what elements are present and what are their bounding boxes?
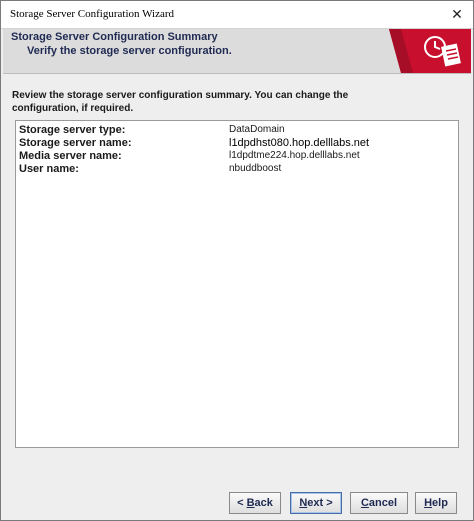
window-title: Storage Server Configuration Wizard <box>10 8 175 20</box>
summary-row-server-type: Storage server type: DataDomain <box>19 124 449 138</box>
summary-label: User name: <box>19 163 79 175</box>
summary-value: nbuddboost <box>229 163 282 174</box>
title-bar[interactable]: Storage Server Configuration Wizard ✕ <box>1 1 473 29</box>
summary-row-user-name: User name: nbuddboost <box>19 163 449 177</box>
summary-label: Media server name: <box>19 150 122 162</box>
summary-label: Storage server type: <box>19 124 126 136</box>
back-button[interactable]: < Back <box>229 492 281 514</box>
help-button[interactable]: Help <box>415 492 457 514</box>
cancel-button[interactable]: Cancel <box>350 492 408 514</box>
wizard-header: Storage Server Configuration Summary Ver… <box>3 29 471 74</box>
page-title: Storage Server Configuration Summary <box>11 31 218 43</box>
summary-value: l1dpdhst080.hop.delllabs.net <box>229 137 370 149</box>
close-icon[interactable]: ✕ <box>447 4 467 24</box>
summary-label: Storage server name: <box>19 137 132 149</box>
page-subtitle: Verify the storage server configuration. <box>27 45 232 57</box>
summary-value: l1dpdtme224.hop.delllabs.net <box>229 150 360 161</box>
summary-row-server-name: Storage server name: l1dpdhst080.hop.del… <box>19 137 449 151</box>
intro-instructions: Review the storage server configuration … <box>12 90 349 114</box>
button-bar: < Back Next > Cancel Help <box>1 485 473 520</box>
wizard-window: Storage Server Configuration Wizard ✕ St… <box>0 0 474 521</box>
configuration-summary[interactable]: Storage server type: DataDomain Storage … <box>15 120 459 448</box>
next-button[interactable]: Next > <box>290 492 342 514</box>
summary-value: DataDomain <box>229 124 285 135</box>
clock-document-icon <box>389 29 471 73</box>
summary-row-media-server: Media server name: l1dpdtme224.hop.delll… <box>19 150 449 164</box>
